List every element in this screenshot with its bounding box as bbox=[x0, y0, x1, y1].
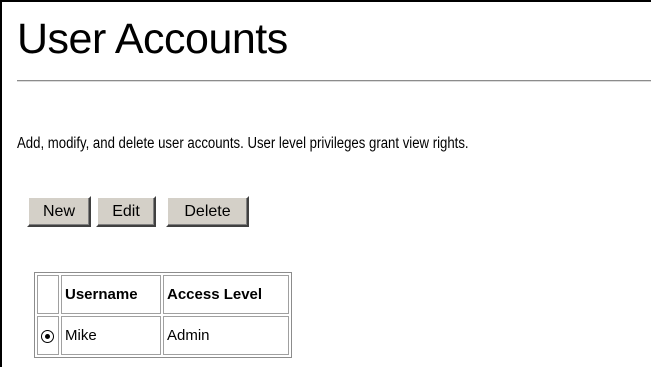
user-accounts-table: Username Access Level Mike Admin bbox=[34, 272, 292, 358]
table-header-row: Username Access Level bbox=[37, 275, 289, 314]
title-divider bbox=[17, 80, 651, 82]
page-description: Add, modify, and delete user accounts. U… bbox=[17, 135, 469, 152]
username-column-header: Username bbox=[61, 275, 161, 314]
new-button[interactable]: New bbox=[27, 196, 91, 227]
window-frame-left bbox=[0, 0, 2, 367]
radio-selected-dot bbox=[45, 333, 50, 339]
delete-button[interactable]: Delete bbox=[166, 196, 249, 227]
access-level-cell: Admin bbox=[163, 316, 289, 355]
edit-button[interactable]: Edit bbox=[96, 196, 156, 227]
row-select-cell[interactable] bbox=[37, 316, 59, 355]
select-column-header bbox=[37, 275, 59, 314]
window-frame-top bbox=[0, 0, 651, 2]
access-level-column-header: Access Level bbox=[163, 275, 289, 314]
table-row[interactable]: Mike Admin bbox=[37, 316, 289, 355]
radio-button-icon[interactable] bbox=[41, 329, 54, 343]
page-title: User Accounts bbox=[17, 15, 288, 63]
username-cell: Mike bbox=[61, 316, 161, 355]
